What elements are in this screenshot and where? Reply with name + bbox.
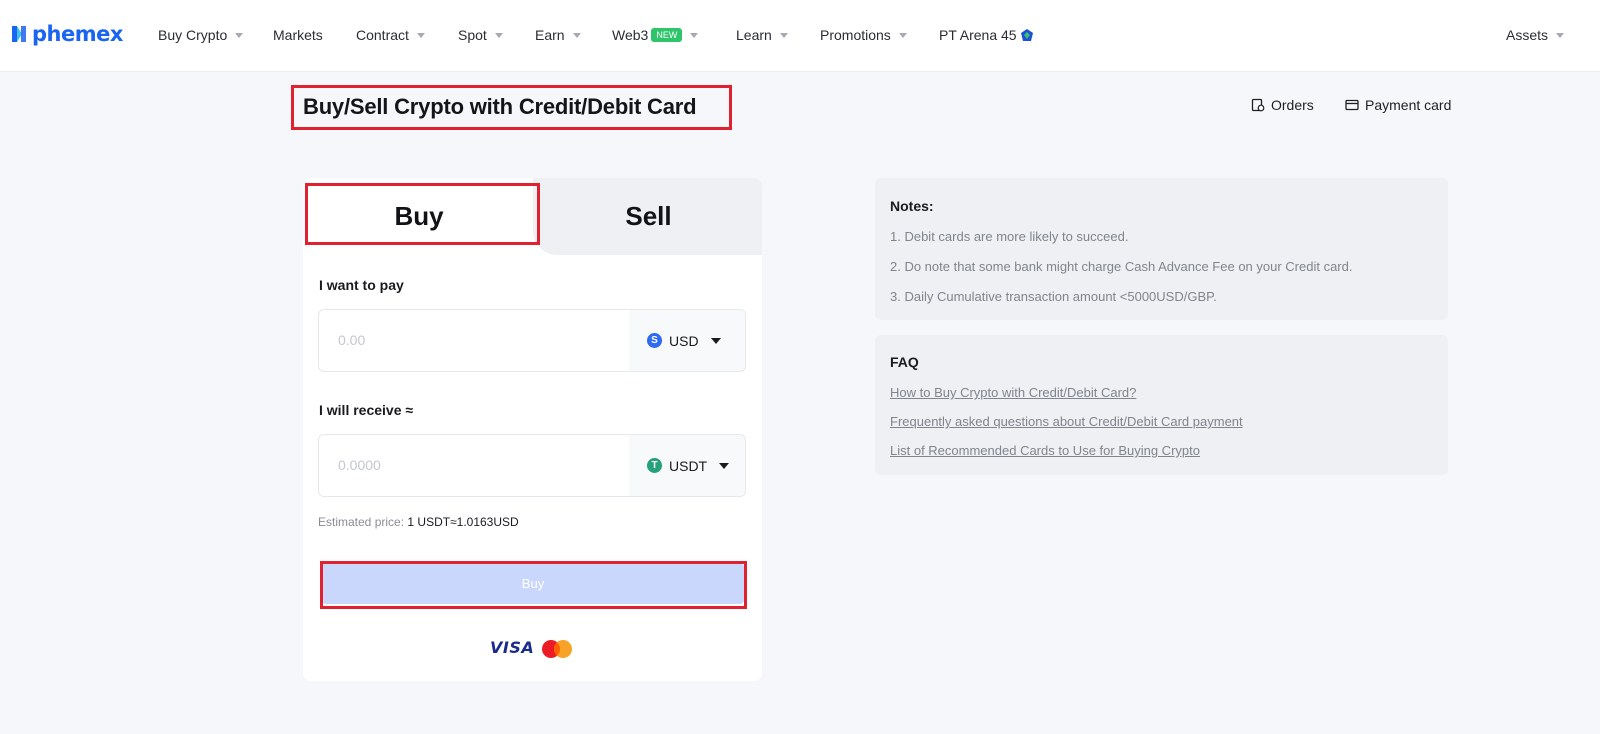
notes-panel: Notes: 1. Debit cards are more likely to… <box>875 178 1448 320</box>
orders-label: Orders <box>1271 97 1314 113</box>
note-item: 3. Daily Cumulative transaction amount <… <box>890 289 1217 304</box>
nav-contract-label: Contract <box>356 27 409 43</box>
usdt-coin-icon: T <box>647 458 662 473</box>
nav-spot[interactable]: Spot <box>458 25 503 45</box>
nav-buy-crypto[interactable]: Buy Crypto <box>158 25 244 45</box>
nav-assets[interactable]: Assets <box>1506 25 1565 45</box>
receive-currency-label: USDT <box>669 457 708 474</box>
nav-web3[interactable]: Web3 NEW <box>612 25 699 45</box>
payment-card-link[interactable]: Payment card <box>1345 97 1451 113</box>
chevron-down-icon <box>235 32 244 38</box>
nav-pt-arena-label: PT Arena 45 <box>939 27 1017 43</box>
chevron-down-icon <box>494 32 503 38</box>
chevron-down-icon <box>572 32 581 38</box>
receive-field: T USDT <box>318 434 746 497</box>
receive-label: I will receive ≈ <box>319 402 414 418</box>
estimate-value: 1 USDT≈1.0163USD <box>407 515 519 529</box>
chevron-down-icon <box>416 32 425 38</box>
faq-panel: FAQ How to Buy Crypto with Credit/Debit … <box>875 335 1448 475</box>
nav-assets-label: Assets <box>1506 27 1549 43</box>
nav-web3-label: Web3 <box>612 27 649 43</box>
estimated-price: Estimated price: 1 USDT≈1.0163USD <box>318 515 519 529</box>
tab-sell[interactable]: Sell <box>535 178 762 255</box>
estimate-label: Estimated price: <box>318 515 405 529</box>
faq-link[interactable]: Frequently asked questions about Credit/… <box>890 414 1243 429</box>
chevron-down-icon <box>1556 32 1565 38</box>
pay-currency-select[interactable]: S USD <box>629 310 745 371</box>
nav-spot-label: Spot <box>458 27 487 43</box>
nav-buy-crypto-label: Buy Crypto <box>158 27 228 43</box>
highlight-box-title <box>291 85 732 130</box>
orders-icon <box>1251 98 1265 112</box>
chevron-down-icon <box>710 337 721 344</box>
note-item: 1. Debit cards are more likely to succee… <box>890 229 1129 244</box>
new-badge: NEW <box>651 28 683 42</box>
faq-link[interactable]: How to Buy Crypto with Credit/Debit Card… <box>890 385 1136 400</box>
note-item: 2. Do note that some bank might charge C… <box>890 259 1353 274</box>
chevron-down-icon <box>719 462 730 469</box>
nav-learn-label: Learn <box>736 27 772 43</box>
highlight-box-buy-tab <box>305 183 540 245</box>
gem-icon <box>1020 29 1033 41</box>
top-navigation: phemex Buy Crypto Markets Contract Spot … <box>0 0 1600 72</box>
payment-card-label: Payment card <box>1365 97 1452 113</box>
nav-promotions-label: Promotions <box>820 27 891 43</box>
faq-link[interactable]: List of Recommended Cards to Use for Buy… <box>890 443 1200 458</box>
nav-promotions[interactable]: Promotions <box>820 25 907 45</box>
chevron-down-icon <box>690 32 699 38</box>
nav-contract[interactable]: Contract <box>356 25 425 45</box>
pay-label: I want to pay <box>319 277 404 293</box>
faq-title: FAQ <box>890 354 919 370</box>
pay-field: S USD <box>318 309 746 372</box>
brand-name: phemex <box>32 22 123 46</box>
nav-pt-arena[interactable]: PT Arena 45 <box>939 25 1034 45</box>
receive-amount-input[interactable] <box>338 457 598 473</box>
nav-learn[interactable]: Learn <box>736 25 788 45</box>
orders-link[interactable]: Orders <box>1251 97 1314 113</box>
notes-title: Notes: <box>890 198 934 214</box>
nav-earn[interactable]: Earn <box>535 25 581 45</box>
usd-coin-icon: S <box>647 333 662 348</box>
nav-markets-label: Markets <box>273 27 323 43</box>
credit-card-icon <box>1345 99 1359 111</box>
chevron-down-icon <box>779 32 788 38</box>
visa-logo: VISA <box>490 638 535 657</box>
mastercard-icon <box>542 640 572 658</box>
nav-markets[interactable]: Markets <box>273 25 323 45</box>
highlight-box-buy-button <box>320 561 747 609</box>
phemex-logo[interactable]: phemex <box>9 19 123 49</box>
chevron-down-icon <box>898 32 907 38</box>
nav-earn-label: Earn <box>535 27 565 43</box>
pay-currency-label: USD <box>669 332 699 349</box>
pay-amount-input[interactable] <box>338 332 598 348</box>
phemex-logo-icon <box>12 26 26 42</box>
receive-currency-select[interactable]: T USDT <box>629 435 745 496</box>
